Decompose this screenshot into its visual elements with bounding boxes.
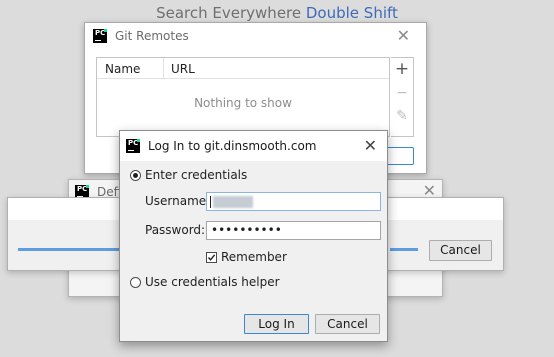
progress-bar (18, 248, 121, 251)
progress-bar-end (390, 248, 418, 251)
add-remote-icon[interactable]: + (391, 59, 413, 79)
credentials-helper-label: Use credentials helper (145, 275, 280, 289)
credentials-helper-radio[interactable]: Use credentials helper (130, 275, 280, 289)
checkbox-checked-icon (206, 251, 217, 263)
login-title: Log In to git.dinsmooth.com (148, 139, 317, 153)
login-title-group: PC Log In to git.dinsmooth.com (126, 139, 316, 153)
table-actions-toolbar: + − ✎ (391, 57, 414, 137)
radio-unselected-icon (130, 276, 141, 288)
hint-shortcut: Double Shift (305, 4, 398, 22)
table-header: Name URL (97, 58, 389, 79)
column-header-url[interactable]: URL (171, 62, 195, 76)
enter-credentials-radio[interactable]: Enter credentials (130, 168, 247, 182)
password-label: Password: (145, 223, 206, 237)
progress-cancel-button[interactable]: Cancel (429, 240, 492, 261)
login-button[interactable]: Log In (244, 314, 309, 334)
git-remotes-close-icon[interactable]: ✕ (397, 28, 410, 44)
password-field[interactable]: •••••••••• (206, 221, 381, 240)
remember-checkbox[interactable]: Remember (206, 250, 287, 264)
username-label: Username: (145, 194, 211, 208)
pycharm-logo-icon: PC (126, 139, 140, 153)
git-remotes-title: Git Remotes (115, 29, 189, 43)
search-everywhere-hint: Search Everywhere Double Shift (0, 4, 554, 22)
empty-table-message: Nothing to show (194, 96, 292, 110)
column-header-name[interactable]: Name (105, 62, 140, 76)
pycharm-logo-icon: PC (93, 29, 107, 43)
username-field[interactable] (206, 192, 381, 211)
redacted-username (213, 196, 253, 208)
radio-selected-icon (130, 169, 141, 181)
remember-label: Remember (221, 250, 287, 264)
login-close-icon[interactable]: ✕ (364, 138, 377, 154)
hint-text: Search Everywhere (156, 4, 306, 22)
enter-credentials-label: Enter credentials (145, 168, 248, 182)
remove-remote-icon[interactable]: − (391, 85, 413, 101)
remotes-table: Name URL Nothing to show (96, 57, 390, 137)
login-dialog: PC Log In to git.dinsmooth.com ✕ Enter c… (119, 130, 388, 342)
cancel-button[interactable]: Cancel (315, 314, 380, 334)
edit-remote-icon[interactable]: ✎ (391, 108, 413, 124)
git-remotes-titlebar: PC Git Remotes (93, 28, 189, 44)
text-caret (210, 196, 211, 208)
